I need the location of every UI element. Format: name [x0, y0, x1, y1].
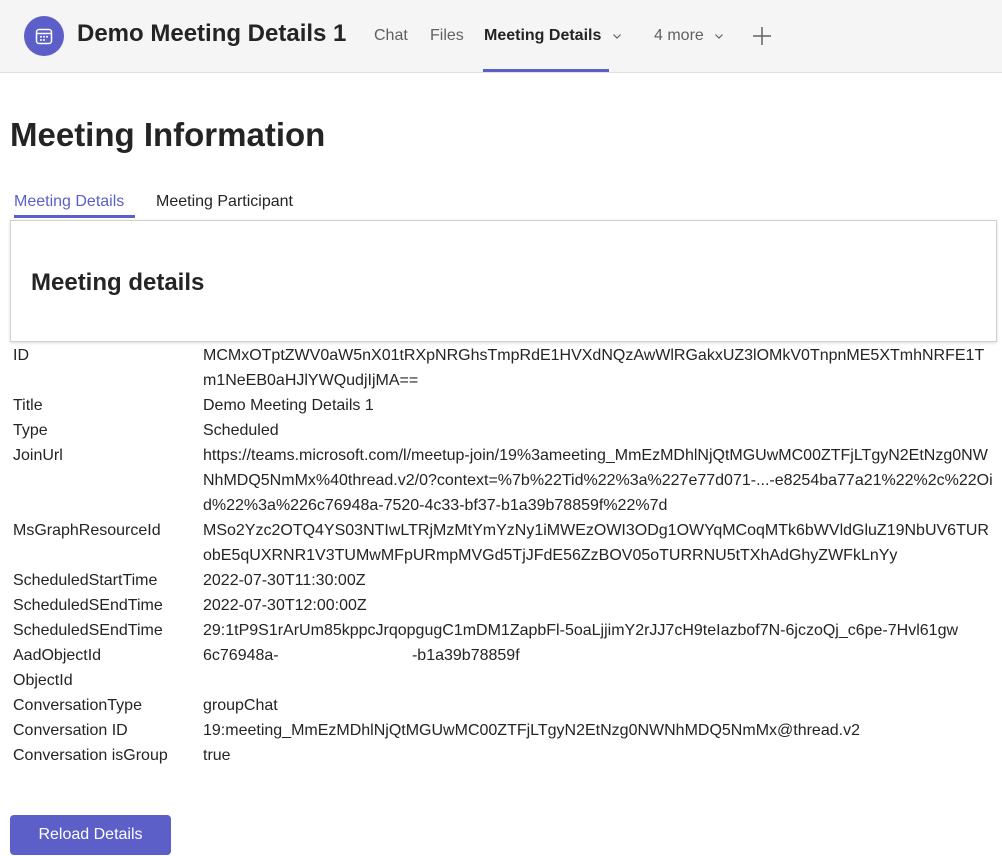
active-subtab-indicator: [14, 215, 135, 218]
detail-row: ScheduledSEndTime 2022-07-30T12:00:00Z: [13, 593, 998, 618]
detail-row: ID MCMxOTptZWV0aW5nX01tRXpNRGhsTmpRdE1HV…: [13, 343, 998, 393]
detail-row: JoinUrl https://teams.microsoft.com/l/me…: [13, 443, 998, 518]
detail-value: Demo Meeting Details 1: [203, 397, 374, 414]
detail-label: MsGraphResourceId: [13, 522, 161, 539]
detail-label: Conversation isGroup: [13, 747, 168, 764]
detail-row: ScheduledSEndTime 29:1tP9S1rArUm85kppcJr…: [13, 618, 998, 643]
tab-more[interactable]: 4 more: [654, 27, 724, 45]
card-title: Meeting details: [31, 269, 205, 296]
calendar-icon: [24, 16, 64, 56]
detail-label: ID: [13, 347, 29, 364]
tab-meeting-details[interactable]: Meeting Details: [484, 27, 622, 45]
tab-meeting-details-label: Meeting Details: [484, 27, 602, 44]
detail-label: Conversation ID: [13, 722, 128, 739]
chevron-down-icon: [612, 33, 621, 39]
details-card: Meeting details: [10, 220, 997, 342]
detail-label: ScheduledSEndTime: [13, 622, 163, 639]
meeting-header: Demo Meeting Details 1 Chat Files Meetin…: [0, 0, 1002, 73]
meeting-title: Demo Meeting Details 1: [77, 20, 347, 47]
active-tab-indicator: [483, 69, 609, 72]
detail-row: ObjectId: [13, 668, 998, 693]
detail-label: ScheduledStartTime: [13, 572, 158, 589]
detail-label: AadObjectId: [13, 647, 102, 664]
detail-value: 29:1tP9S1rArUm85kppcJrqopgugC1mDM1ZapbFl…: [203, 622, 959, 639]
detail-row: MsGraphResourceId MSo2Yzc2OTQ4YS03NTIwLT…: [13, 518, 998, 568]
detail-value: Scheduled: [203, 422, 279, 439]
subtab-meeting-participant[interactable]: Meeting Participant: [156, 193, 293, 211]
tab-files[interactable]: Files: [430, 27, 464, 45]
detail-value: MSo2Yzc2OTQ4YS03NTIwLTRjMzMtYmYzNy1iMWEz…: [203, 522, 989, 564]
detail-row: Conversation isGroup true: [13, 743, 998, 768]
subtab-meeting-details[interactable]: Meeting Details: [14, 193, 124, 211]
add-tab-icon[interactable]: [752, 26, 772, 46]
tab-more-label: 4 more: [654, 27, 704, 44]
detail-value: MCMxOTptZWV0aW5nX01tRXpNRGhsTmpRdE1HVXdN…: [203, 347, 985, 389]
reload-details-button[interactable]: Reload Details: [10, 815, 171, 855]
detail-row: AadObjectId 6c76948a- -b1a39b78859f: [13, 643, 998, 668]
detail-row: Type Scheduled: [13, 418, 998, 443]
detail-label: ScheduledSEndTime: [13, 597, 163, 614]
detail-row: Conversation ID 19:meeting_MmEzMDhlNjQtM…: [13, 718, 998, 743]
detail-value: 19:meeting_MmEzMDhlNjQtMGUwMC00ZTFjLTgyN…: [203, 722, 860, 739]
detail-value: https://teams.microsoft.com/l/meetup-joi…: [203, 447, 993, 514]
detail-value: 2022-07-30T12:00:00Z: [203, 597, 367, 614]
detail-value: groupChat: [203, 697, 278, 714]
details-list: ID MCMxOTptZWV0aW5nX01tRXpNRGhsTmpRdE1HV…: [13, 343, 998, 768]
detail-value: [203, 668, 998, 693]
page-title: Meeting Information: [10, 116, 326, 153]
detail-row: ConversationType groupChat: [13, 693, 998, 718]
detail-row: Title Demo Meeting Details 1: [13, 393, 998, 418]
detail-row: ScheduledStartTime 2022-07-30T11:30:00Z: [13, 568, 998, 593]
detail-label: Type: [13, 422, 48, 439]
chevron-down-icon: [715, 33, 724, 39]
detail-value: true: [203, 747, 231, 764]
tab-chat[interactable]: Chat: [374, 27, 408, 45]
detail-label: ObjectId: [13, 672, 73, 689]
detail-value: 2022-07-30T11:30:00Z: [203, 572, 366, 589]
detail-label: Title: [13, 397, 43, 414]
detail-value: 6c76948a- -b1a39b78859f: [203, 647, 520, 664]
detail-label: JoinUrl: [13, 447, 63, 464]
detail-label: ConversationType: [13, 697, 142, 714]
